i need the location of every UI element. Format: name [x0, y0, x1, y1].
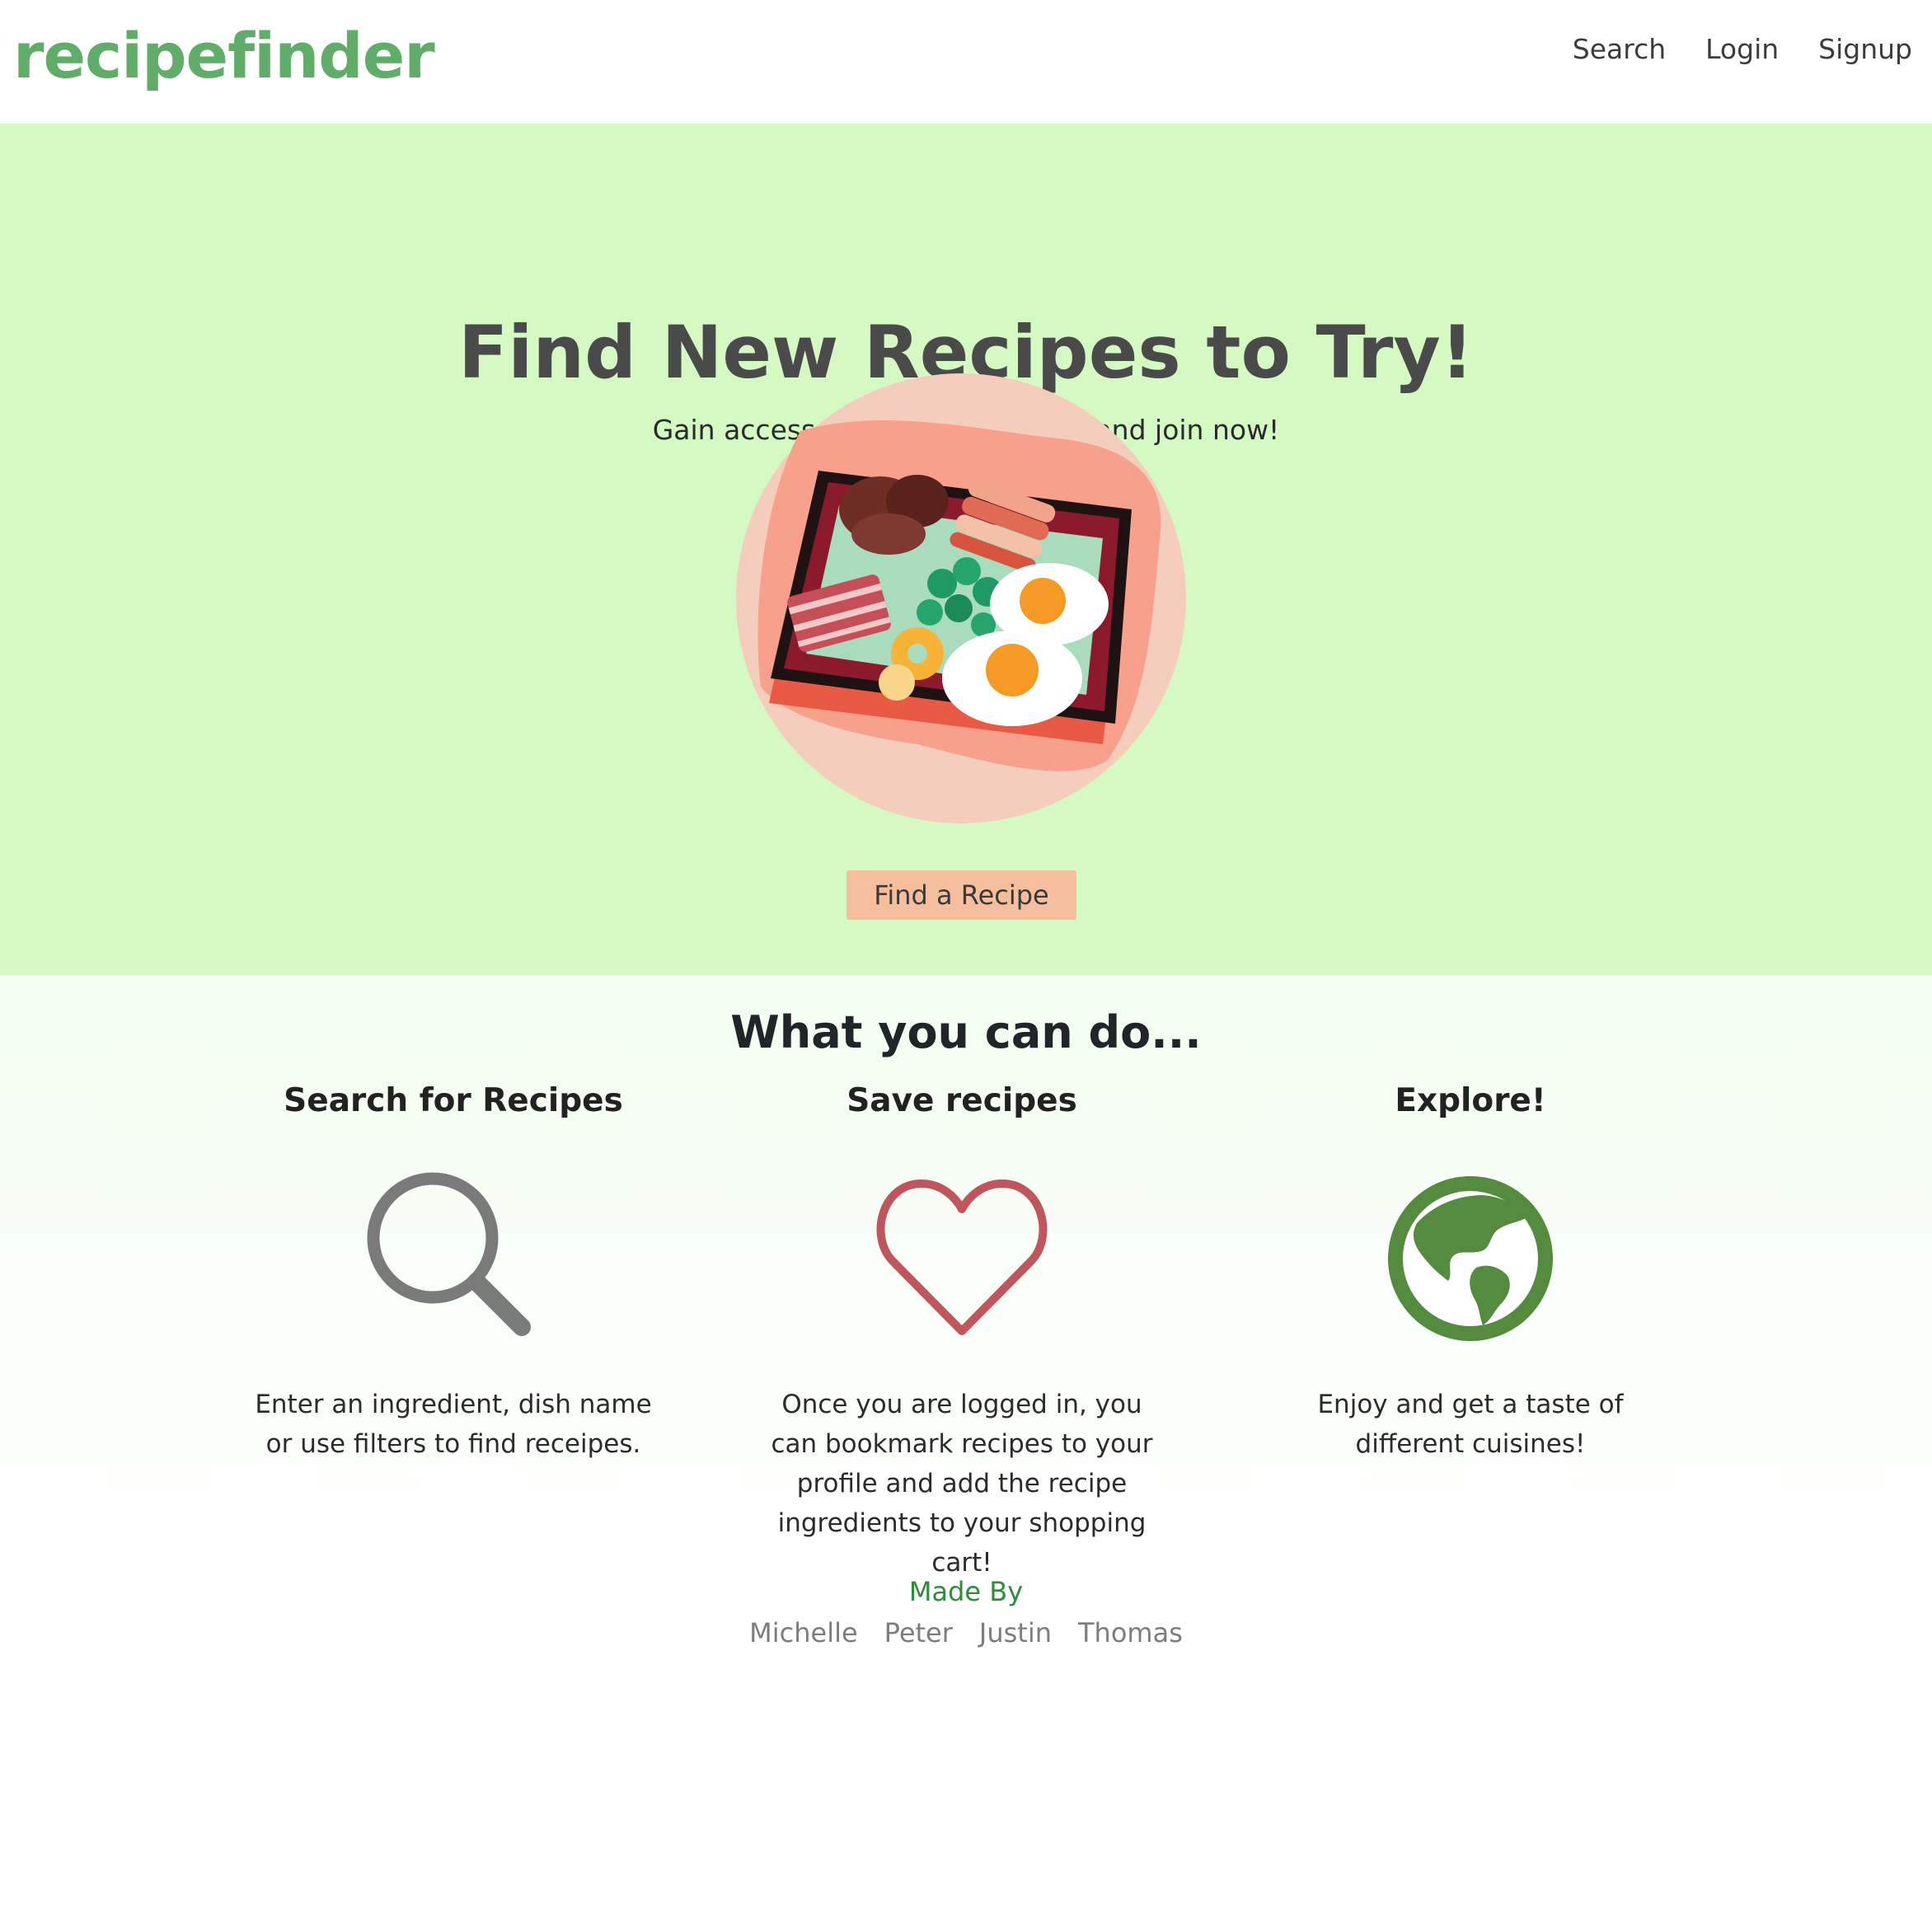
- author-list: Michelle Peter Justin Thomas: [0, 1616, 1932, 1651]
- made-by-label: Made By: [908, 1576, 1024, 1607]
- nav-links: Search Login Signup: [1573, 33, 1912, 66]
- feature-save: Save recipes Once you are logged in, you…: [756, 1082, 1168, 1583]
- features-title: What you can do...: [730, 1006, 1202, 1058]
- globe-icon: [1388, 1175, 1553, 1341]
- features-section: What you can do... Search for Recipes En…: [0, 975, 1932, 1932]
- navbar: recipefinder Search Login Signup: [0, 0, 1932, 124]
- breakfast-plate-illustration: [736, 373, 1186, 823]
- feature-text: Once you are logged in, you can bookmark…: [771, 1389, 1153, 1578]
- author-name: Justin: [978, 1616, 1052, 1648]
- search-icon: [367, 1172, 531, 1336]
- feature-text: Enter an ingredient, dish name or use fi…: [255, 1389, 652, 1459]
- nav-link-login[interactable]: Login: [1705, 33, 1779, 66]
- author-name: Peter: [884, 1616, 953, 1648]
- find-recipe-button[interactable]: Find a Recipe: [846, 870, 1076, 920]
- footer: Made By Michelle Peter Justin Thomas: [0, 1575, 1932, 1650]
- feature-text: Enjoy and get a taste of different cuisi…: [1317, 1389, 1624, 1459]
- feature-heading: Search for Recipes: [284, 1082, 623, 1119]
- feature-heading: Save recipes: [846, 1082, 1077, 1119]
- nav-link-search[interactable]: Search: [1573, 33, 1666, 66]
- brand-logo[interactable]: recipefinder: [13, 18, 435, 93]
- heart-icon: [876, 1179, 1048, 1335]
- author-name: Thomas: [1078, 1616, 1183, 1648]
- feature-search: Search for Recipes Enter an ingredient, …: [247, 1082, 659, 1464]
- feature-heading: Explore!: [1395, 1082, 1546, 1119]
- author-name: Michelle: [749, 1616, 858, 1648]
- nav-link-signup[interactable]: Signup: [1818, 33, 1912, 66]
- hero-section: Find New Recipes to Try! Gain access to …: [0, 124, 1932, 975]
- feature-explore: Explore! Enjoy and get a taste of differ…: [1264, 1082, 1676, 1464]
